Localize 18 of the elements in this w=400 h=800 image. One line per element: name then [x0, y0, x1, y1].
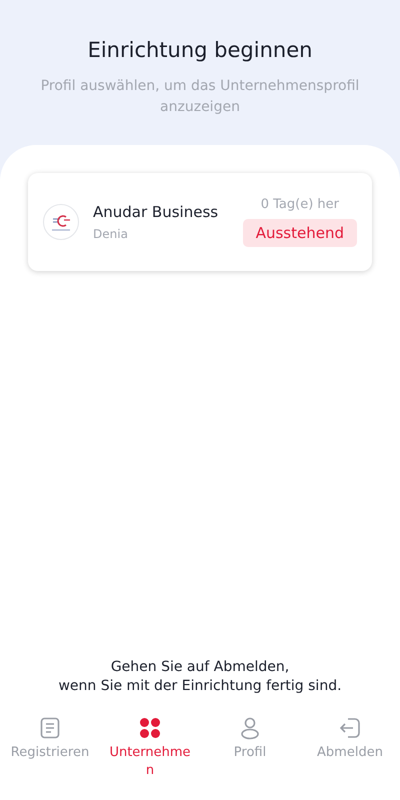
status-badge: Ausstehend — [242, 219, 357, 247]
nav-tab[interactable]: Abmelden — [300, 716, 400, 786]
time-ago: 0 Tag(e) her — [260, 197, 339, 212]
company-name: Anudar Business — [93, 203, 220, 221]
user-icon — [238, 716, 262, 740]
profile-card[interactable]: Anudar Business Denia 0 Tag(e) her Ausstehend — [28, 173, 372, 271]
page-subtitle: Profil auswählen, um das Unternehmensprofil anzuzeigen — [40, 77, 360, 117]
document-icon — [38, 716, 62, 740]
hint-text: wenn Sie mit der Einrichtung fertig sind. — [58, 678, 342, 694]
hint-text: Gehen Sie auf Abmelden, — [110, 659, 290, 675]
nav-tab[interactable]: Profil — [200, 716, 300, 786]
nav-tab[interactable]: Unternehmen — [100, 716, 200, 786]
company-location: Denia — [93, 227, 129, 241]
grid-icon — [138, 716, 162, 740]
company-logo-icon — [43, 204, 79, 240]
nav-tab[interactable]: Registrieren — [0, 716, 100, 786]
logout-icon — [338, 716, 362, 740]
page-title: Einrichtung beginnen — [88, 38, 312, 62]
